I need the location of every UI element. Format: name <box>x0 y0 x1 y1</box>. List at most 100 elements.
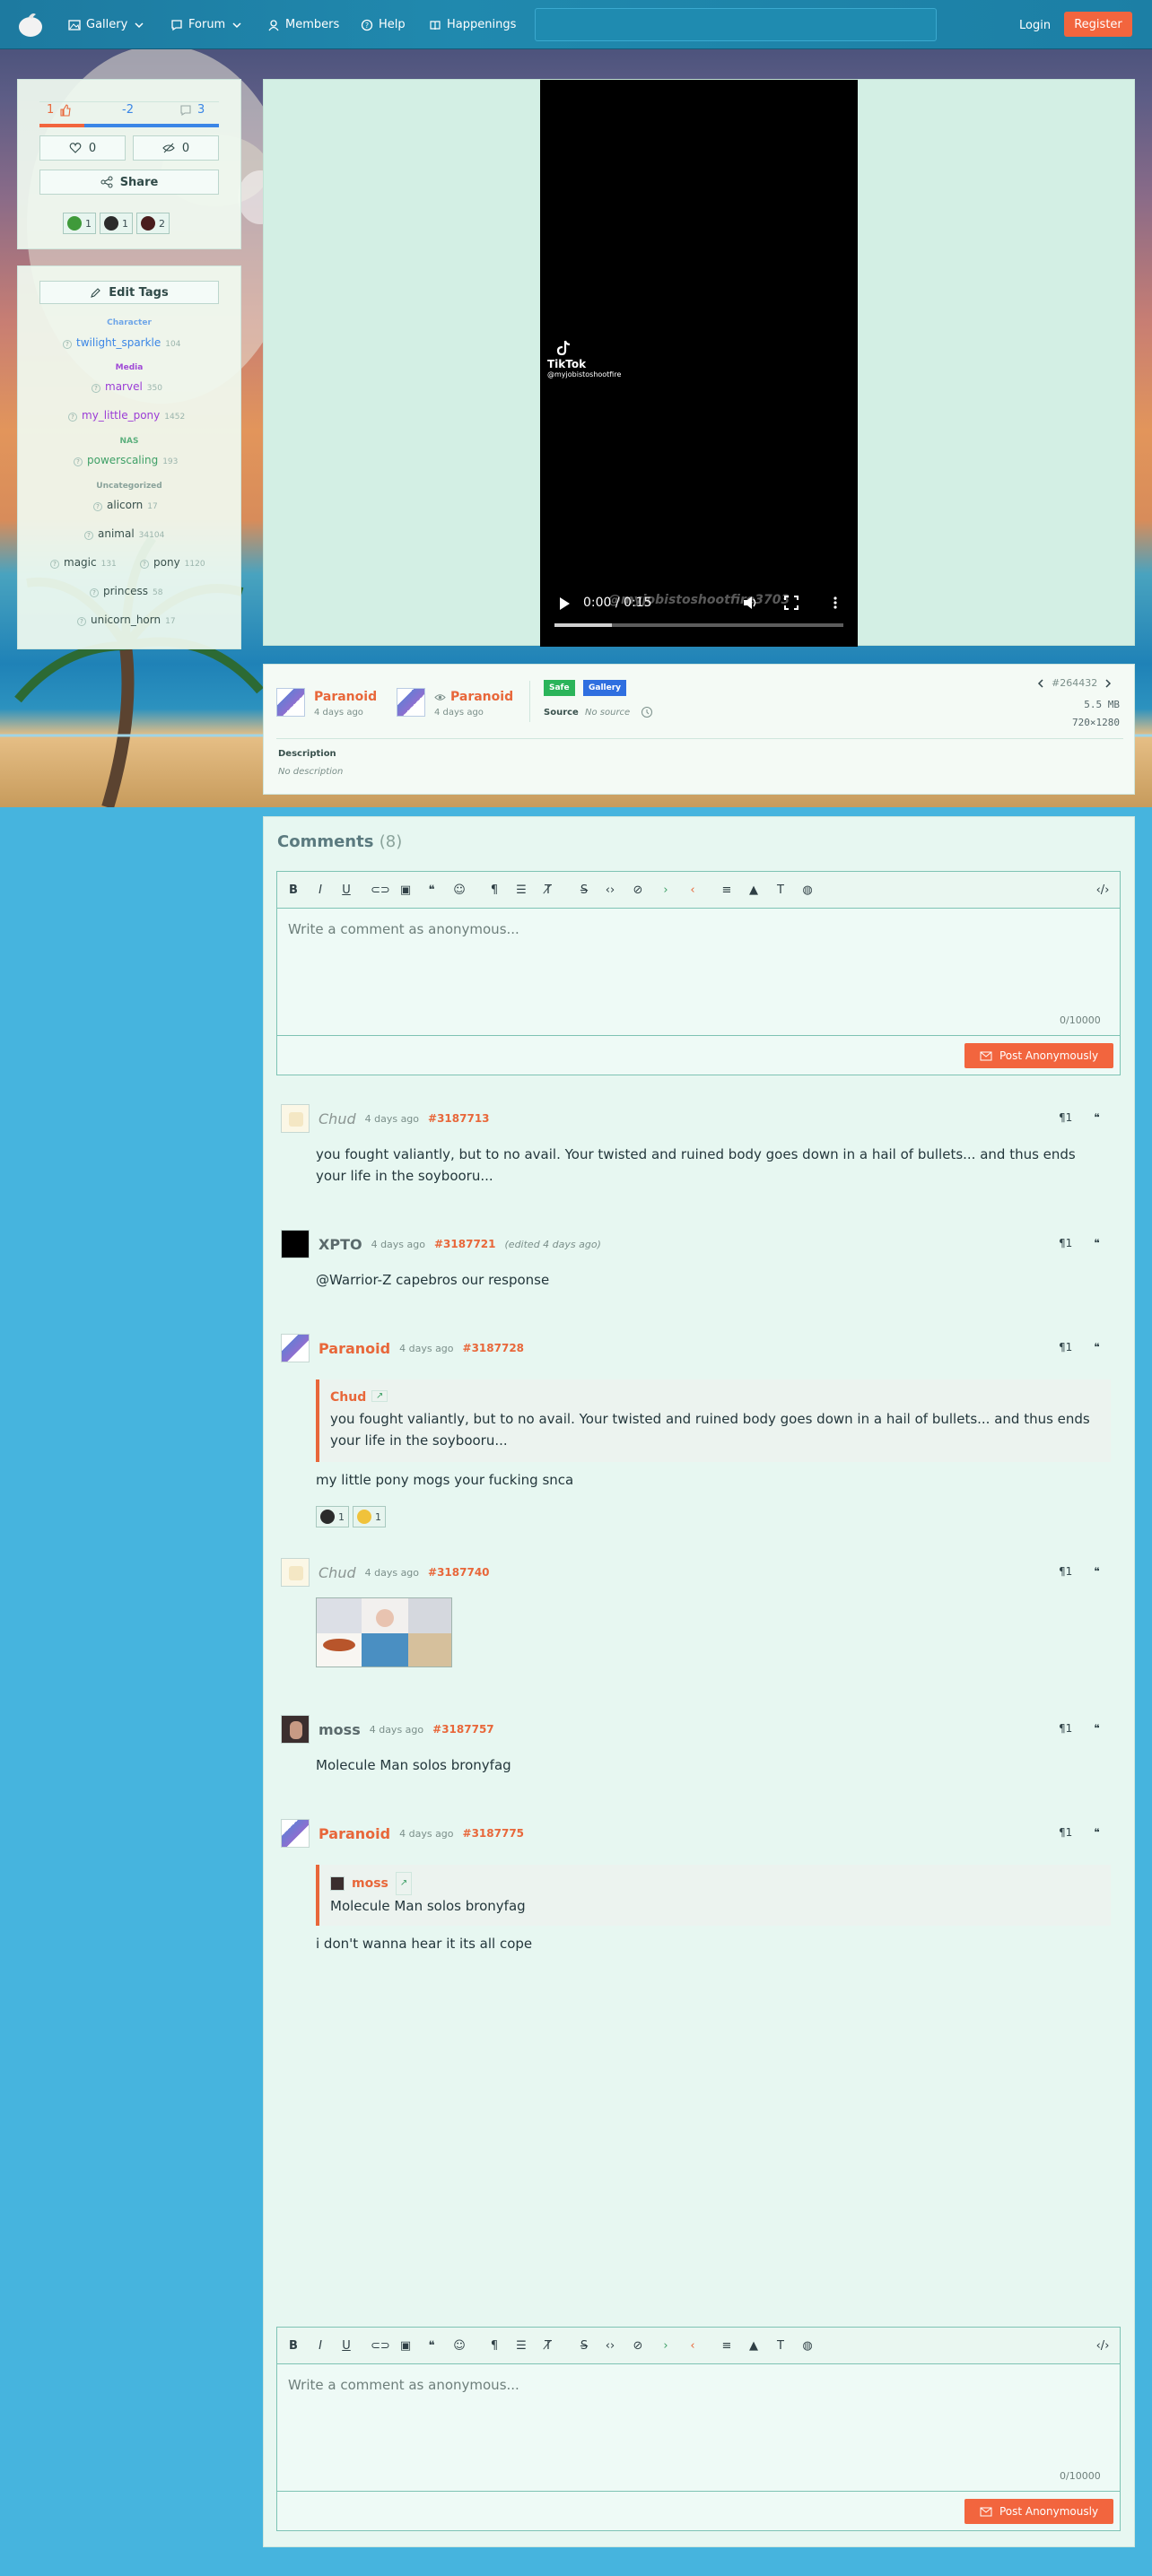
nav-happenings[interactable]: Happenings <box>429 0 516 49</box>
comment-id-link[interactable]: #3187713 <box>428 1112 490 1125</box>
comment-id-link[interactable]: #3187728 <box>463 1342 525 1354</box>
fullscreen-icon[interactable] <box>784 596 799 610</box>
link-icon[interactable]: ¶1 <box>1059 1722 1072 1735</box>
reaction-frog[interactable]: 1 <box>63 213 96 234</box>
nav-members[interactable]: Members <box>267 0 339 49</box>
link-icon[interactable]: ¶1 <box>1059 1826 1072 1839</box>
paragraph-icon[interactable]: ¶ <box>486 883 502 899</box>
comment-author[interactable]: Chud <box>319 1110 356 1127</box>
image-insert-icon[interactable]: ▣ <box>397 883 414 899</box>
paragraph-icon[interactable]: ¶ <box>486 2338 502 2354</box>
video-progress[interactable] <box>554 623 843 627</box>
quote-icon[interactable]: ❝ <box>1094 1237 1099 1249</box>
reaction-soyjak[interactable]: 1 <box>100 213 133 234</box>
chevron-right-icon[interactable] <box>1104 678 1112 688</box>
tag-pony[interactable]: ? pony 1120 <box>140 556 205 569</box>
tag-my-little-pony[interactable]: ? my_little_pony 1452 <box>68 409 185 422</box>
greentext-icon[interactable]: › <box>658 2338 674 2354</box>
bullet-list-icon[interactable]: ☰ <box>513 883 529 899</box>
strikethrough-icon[interactable]: S <box>576 883 592 899</box>
link-icon[interactable]: ¶1 <box>1059 1237 1072 1249</box>
underline-icon[interactable]: U <box>338 883 354 899</box>
history-icon[interactable] <box>641 706 653 718</box>
quote-icon[interactable]: ❝ <box>423 883 440 899</box>
comment-id-link[interactable]: #3187721 <box>434 1238 496 1250</box>
avatar[interactable] <box>281 1819 310 1848</box>
reaction-soyjak[interactable]: 1 <box>316 1506 349 1527</box>
comment-editor-bottom[interactable]: Write a comment as anonymous... 0/10000 <box>276 2364 1121 2492</box>
badge-gallery[interactable]: Gallery <box>583 680 627 696</box>
comment-editor-top[interactable]: Write a comment as anonymous... 0/10000 <box>276 909 1121 1036</box>
link-icon[interactable]: ¶1 <box>1059 1341 1072 1353</box>
comments-count-button[interactable]: 3 <box>179 103 205 117</box>
nav-gallery[interactable]: Gallery <box>68 0 145 49</box>
code-icon[interactable]: ‹› <box>602 883 618 899</box>
italic-icon[interactable]: I <box>312 883 328 899</box>
uploader-avatar[interactable] <box>276 688 305 717</box>
tag-animal[interactable]: ? animal 34104 <box>84 527 164 540</box>
share-button[interactable]: Share <box>39 170 219 195</box>
reaction-laughing[interactable]: 1 <box>353 1506 386 1527</box>
spoiler-icon[interactable]: ⊘ <box>630 883 646 899</box>
avatar[interactable] <box>281 1715 310 1744</box>
tag-magic[interactable]: ? magic 131 <box>50 556 117 569</box>
quote-icon[interactable]: ❝ <box>1094 1111 1099 1124</box>
clear-format-icon[interactable]: T̸ <box>540 883 556 899</box>
uploader-name[interactable]: Paranoid <box>314 690 377 704</box>
comment-author[interactable]: Paranoid <box>319 1340 390 1357</box>
post-anonymously-button[interactable]: Post Anonymously <box>964 1043 1113 1068</box>
external-link-icon[interactable]: ↗ <box>395 1872 413 1895</box>
italic-icon[interactable]: I <box>312 2338 328 2354</box>
login-button[interactable]: Login <box>1012 13 1058 38</box>
bold-icon[interactable]: B <box>285 2338 301 2354</box>
highlight-icon[interactable]: ▲ <box>746 883 762 899</box>
source-code-icon[interactable]: ‹/› <box>1095 2338 1111 2354</box>
hide-button[interactable]: 0 <box>133 135 219 161</box>
comment-author[interactable]: Chud <box>319 1564 356 1581</box>
text-size-icon[interactable]: T <box>772 883 789 899</box>
quote-icon[interactable]: ❝ <box>1094 1565 1099 1578</box>
quote-author[interactable]: Chud <box>330 1387 1100 1408</box>
more-options-icon[interactable] <box>833 596 838 610</box>
link-icon[interactable]: ¶1 <box>1059 1111 1072 1124</box>
site-logo[interactable] <box>16 10 45 39</box>
avatar[interactable] <box>281 1558 310 1587</box>
nav-help[interactable]: ? Help <box>361 0 406 49</box>
tag-marvel[interactable]: ? marvel 350 <box>92 380 162 393</box>
reaction-angry[interactable]: 2 <box>136 213 170 234</box>
upvote-button[interactable]: 1 <box>47 103 72 117</box>
bold-icon[interactable]: B <box>285 883 301 899</box>
rating-badge-safe[interactable]: Safe <box>544 680 575 696</box>
avatar[interactable] <box>281 1104 310 1133</box>
palette-icon[interactable]: ◍ <box>799 2338 816 2354</box>
align-icon[interactable]: ≡ <box>719 2338 735 2354</box>
post-anonymously-button[interactable]: Post Anonymously <box>964 2499 1113 2524</box>
comment-id-link[interactable]: #3187775 <box>463 1827 525 1840</box>
spoiler-icon[interactable]: ⊘ <box>630 2338 646 2354</box>
clear-format-icon[interactable]: T̸ <box>540 2338 556 2354</box>
nav-forum[interactable]: Forum <box>170 0 243 49</box>
quote-author[interactable]: moss <box>352 1873 388 1894</box>
play-icon[interactable] <box>558 596 571 611</box>
link-icon[interactable]: ⊂⊃ <box>371 883 390 899</box>
code-icon[interactable]: ‹› <box>602 2338 618 2354</box>
text-size-icon[interactable]: T <box>772 2338 789 2354</box>
orangetext-icon[interactable]: ‹ <box>685 883 701 899</box>
orangetext-icon[interactable]: ‹ <box>685 2338 701 2354</box>
link-icon[interactable]: ⊂⊃ <box>371 2338 390 2354</box>
volume-icon[interactable] <box>743 596 759 610</box>
quote-icon[interactable]: ❝ <box>1094 1722 1099 1735</box>
comment-author[interactable]: Paranoid <box>319 1825 390 1842</box>
tag-powerscaling[interactable]: ? powerscaling 193 <box>74 454 178 466</box>
tag-unicorn-horn[interactable]: ? unicorn_horn 17 <box>77 614 176 626</box>
quote-icon[interactable]: ❝ <box>423 2338 440 2354</box>
search-input[interactable] <box>535 8 937 41</box>
highlight-icon[interactable]: ▲ <box>746 2338 762 2354</box>
comment-author[interactable]: moss <box>319 1721 361 1738</box>
emoji-icon[interactable]: ☺ <box>451 883 467 899</box>
artist-link[interactable]: Paranoid <box>434 690 513 704</box>
underline-icon[interactable]: U <box>338 2338 354 2354</box>
comment-id-link[interactable]: #3187740 <box>428 1566 490 1579</box>
external-link-icon[interactable]: ↗ <box>371 1390 388 1402</box>
video-player[interactable]: TikTok @myjobistoshootfire @myjobistosho… <box>540 80 858 647</box>
